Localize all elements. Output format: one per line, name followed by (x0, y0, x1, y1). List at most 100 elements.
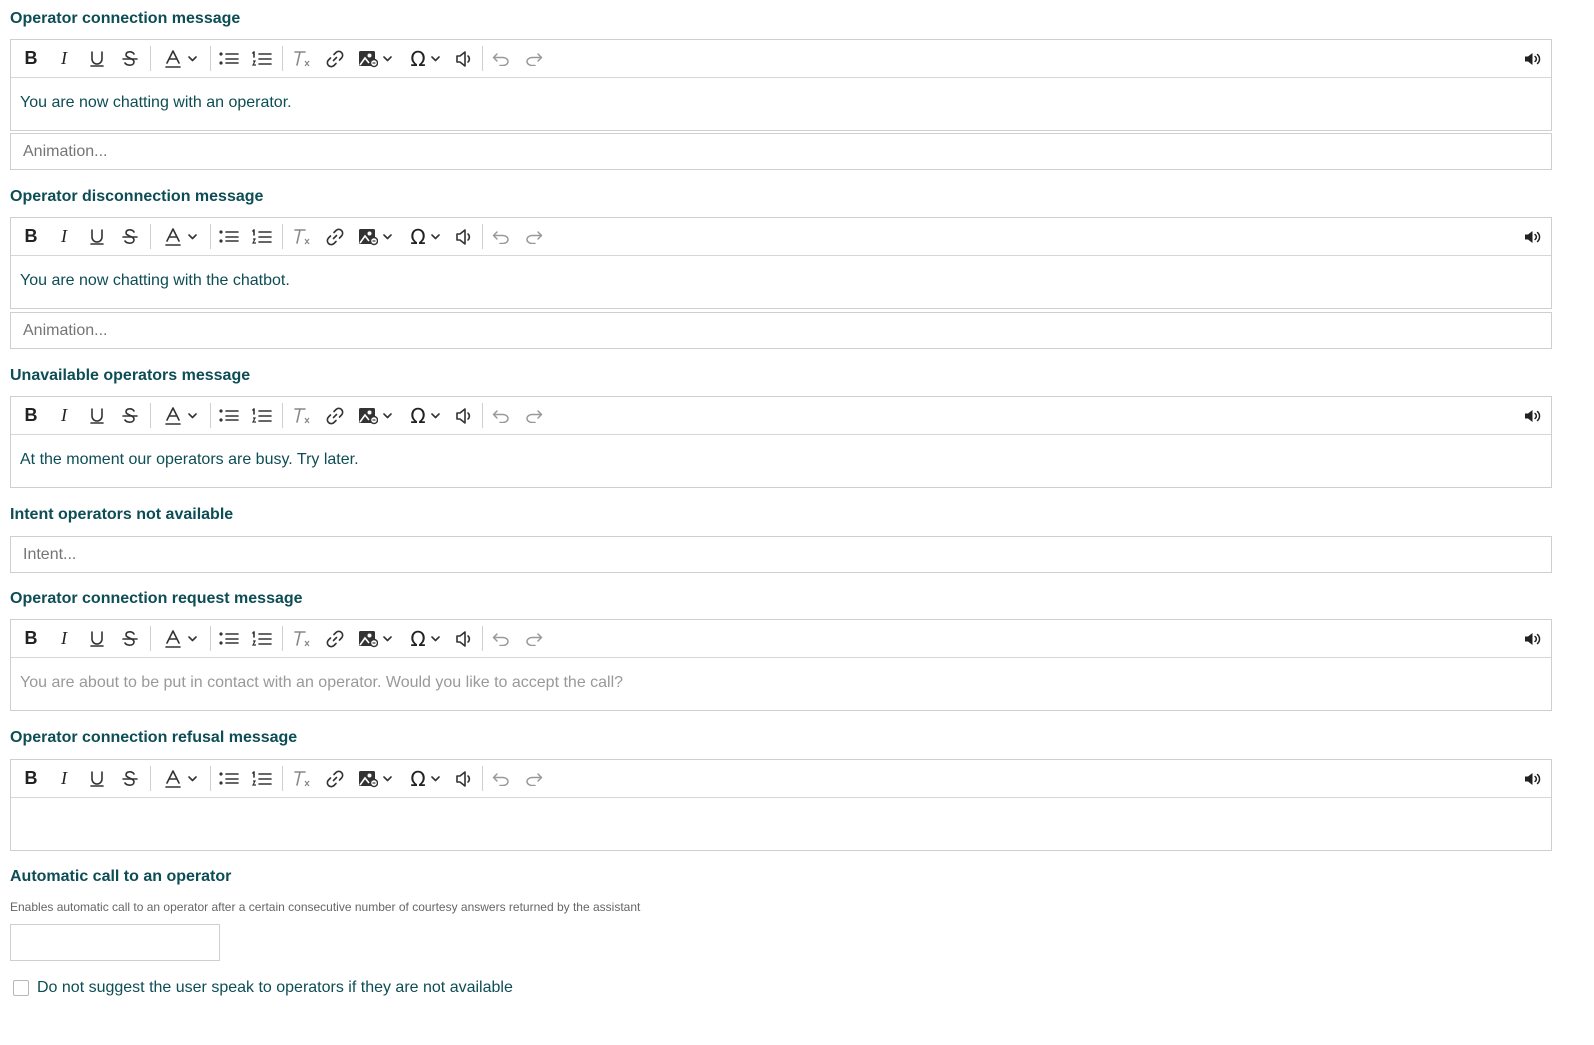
font-color-icon[interactable] (157, 40, 203, 77)
unavailable-operators-editor: BI Ω At the moment our operators are busy… (10, 396, 1552, 488)
image-icon[interactable] (352, 620, 398, 657)
underline-icon[interactable] (85, 40, 109, 77)
link-icon[interactable] (322, 620, 348, 657)
editor-toolbar: BI Ω (11, 40, 1551, 78)
underline-icon[interactable] (85, 218, 109, 255)
remove-format-icon[interactable] (289, 40, 315, 77)
image-icon[interactable] (352, 397, 398, 434)
special-character-icon[interactable]: Ω (402, 218, 448, 255)
strikethrough-icon[interactable] (118, 620, 142, 657)
bold-icon[interactable]: B (19, 397, 43, 434)
bulleted-list-icon[interactable] (216, 218, 242, 255)
italic-icon[interactable]: I (52, 218, 76, 255)
bulleted-list-icon[interactable] (216, 620, 242, 657)
bold-icon[interactable]: B (19, 760, 43, 797)
font-color-icon[interactable] (157, 397, 203, 434)
toolbar-separator (210, 403, 211, 428)
editor-toolbar: BI Ω (11, 397, 1551, 435)
toolbar-separator (482, 626, 483, 651)
redo-icon[interactable] (522, 218, 546, 255)
toolbar-separator (482, 403, 483, 428)
speaker-icon[interactable] (1521, 397, 1545, 434)
redo-icon[interactable] (522, 620, 546, 657)
font-color-icon[interactable] (157, 760, 203, 797)
font-color-icon[interactable] (157, 620, 203, 657)
special-character-icon[interactable]: Ω (402, 397, 448, 434)
toolbar-separator (482, 46, 483, 71)
connection-refusal-content[interactable] (11, 798, 1551, 850)
remove-format-icon[interactable] (289, 620, 315, 657)
special-character-icon[interactable]: Ω (402, 620, 448, 657)
automatic-call-helper: Enables automatic call to an operator af… (10, 900, 641, 914)
operator-connection-content[interactable]: You are now chatting with an operator. (11, 78, 1551, 130)
undo-icon[interactable] (489, 397, 513, 434)
speaker-icon[interactable] (1521, 218, 1545, 255)
operator-disconnection-label: Operator disconnection message (10, 188, 264, 205)
text-to-speech-icon[interactable] (452, 620, 476, 657)
italic-icon[interactable]: I (52, 40, 76, 77)
operator-disconnection-animation-input[interactable] (10, 312, 1552, 349)
special-character-icon[interactable]: Ω (402, 40, 448, 77)
redo-icon[interactable] (522, 40, 546, 77)
image-icon[interactable] (352, 40, 398, 77)
toolbar-separator (282, 626, 283, 651)
remove-format-icon[interactable] (289, 218, 315, 255)
numbered-list-icon[interactable] (249, 397, 275, 434)
numbered-list-icon[interactable] (249, 40, 275, 77)
speaker-icon[interactable] (1521, 620, 1545, 657)
automatic-call-input[interactable] (10, 924, 220, 961)
strikethrough-icon[interactable] (118, 40, 142, 77)
numbered-list-icon[interactable] (249, 620, 275, 657)
undo-icon[interactable] (489, 218, 513, 255)
bold-icon[interactable]: B (19, 40, 43, 77)
link-icon[interactable] (322, 218, 348, 255)
image-icon[interactable] (352, 760, 398, 797)
undo-icon[interactable] (489, 40, 513, 77)
text-to-speech-icon[interactable] (452, 218, 476, 255)
underline-icon[interactable] (85, 620, 109, 657)
toolbar-separator (282, 46, 283, 71)
text-to-speech-icon[interactable] (452, 397, 476, 434)
strikethrough-icon[interactable] (118, 397, 142, 434)
operator-disconnection-content[interactable]: You are now chatting with the chatbot. (11, 256, 1551, 308)
redo-icon[interactable] (522, 397, 546, 434)
speaker-icon[interactable] (1521, 760, 1545, 797)
connection-request-editor: BI Ω You are about to be put in contact w… (10, 619, 1552, 711)
link-icon[interactable] (322, 397, 348, 434)
font-color-icon[interactable] (157, 218, 203, 255)
no-suggest-checkbox[interactable] (13, 980, 29, 996)
italic-icon[interactable]: I (52, 620, 76, 657)
numbered-list-icon[interactable] (249, 760, 275, 797)
operator-connection-animation-input[interactable] (10, 133, 1552, 170)
link-icon[interactable] (322, 40, 348, 77)
special-character-icon[interactable]: Ω (402, 760, 448, 797)
undo-icon[interactable] (489, 760, 513, 797)
redo-icon[interactable] (522, 760, 546, 797)
toolbar-separator (150, 626, 151, 651)
unavailable-operators-content[interactable]: At the moment our operators are busy. Tr… (11, 435, 1551, 487)
link-icon[interactable] (322, 760, 348, 797)
toolbar-separator (482, 766, 483, 791)
bulleted-list-icon[interactable] (216, 40, 242, 77)
undo-icon[interactable] (489, 620, 513, 657)
underline-icon[interactable] (85, 397, 109, 434)
connection-request-content[interactable]: You are about to be put in contact with … (11, 658, 1551, 710)
no-suggest-label[interactable]: Do not suggest the user speak to operato… (37, 979, 513, 997)
underline-icon[interactable] (85, 760, 109, 797)
bulleted-list-icon[interactable] (216, 397, 242, 434)
remove-format-icon[interactable] (289, 760, 315, 797)
bold-icon[interactable]: B (19, 620, 43, 657)
italic-icon[interactable]: I (52, 397, 76, 434)
image-icon[interactable] (352, 218, 398, 255)
intent-input[interactable] (10, 536, 1552, 573)
bold-icon[interactable]: B (19, 218, 43, 255)
bulleted-list-icon[interactable] (216, 760, 242, 797)
strikethrough-icon[interactable] (118, 760, 142, 797)
text-to-speech-icon[interactable] (452, 760, 476, 797)
strikethrough-icon[interactable] (118, 218, 142, 255)
italic-icon[interactable]: I (52, 760, 76, 797)
numbered-list-icon[interactable] (249, 218, 275, 255)
remove-format-icon[interactable] (289, 397, 315, 434)
speaker-icon[interactable] (1521, 40, 1545, 77)
text-to-speech-icon[interactable] (452, 40, 476, 77)
